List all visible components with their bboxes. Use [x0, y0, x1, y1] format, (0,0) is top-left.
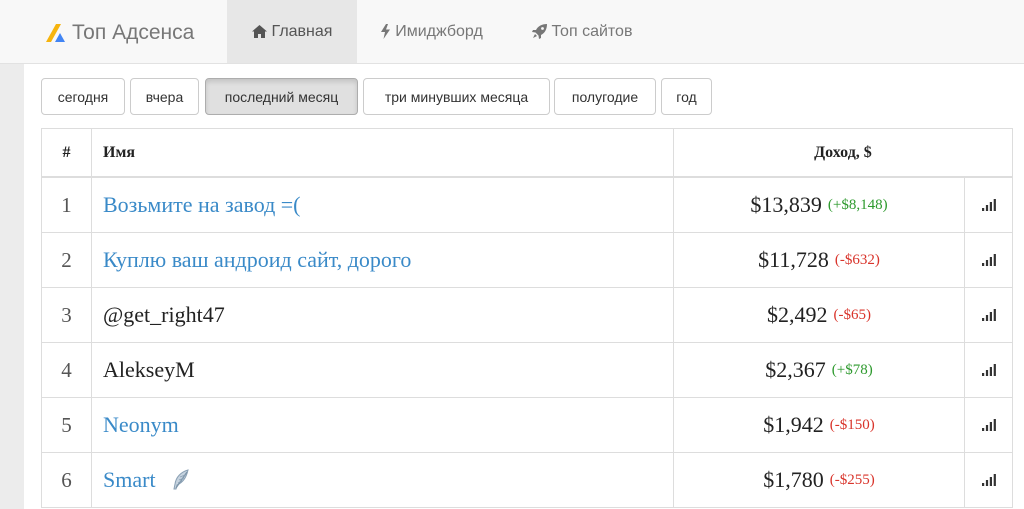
- row-income: $2,492: [767, 302, 828, 327]
- row-income: $1,942: [763, 412, 824, 437]
- header-name: Имя: [92, 129, 674, 176]
- adsense-logo-icon: [46, 24, 65, 42]
- row-income-delta: (-$632): [834, 251, 880, 268]
- row-income: $1,780: [763, 467, 824, 492]
- nav-item-top-sites[interactable]: Топ сайтов: [507, 0, 657, 63]
- period-button-year[interactable]: год: [661, 78, 712, 115]
- brand-name: Топ Адсенса: [72, 21, 195, 44]
- row-income-delta: (-$150): [829, 416, 875, 433]
- signal-chart-icon: [981, 364, 996, 376]
- row-rank: 2: [61, 247, 72, 272]
- signal-chart-icon: [981, 199, 996, 211]
- row-rank: 4: [61, 357, 72, 382]
- period-button-yesterday[interactable]: вчера: [130, 78, 199, 115]
- row-income: $2,367: [765, 357, 826, 382]
- row-rank: 6: [61, 467, 72, 492]
- table-row: 4 AlekseyM $2,367 (+$78): [42, 343, 1012, 398]
- row-income: $13,839: [750, 192, 822, 217]
- period-button-half-year[interactable]: полугодие: [554, 78, 656, 115]
- nav-item-imageboard-label: Имиджборд: [395, 22, 483, 40]
- nav-item-imageboard[interactable]: Имиджборд: [357, 0, 507, 63]
- signal-chart-icon: [981, 419, 996, 431]
- row-name-link[interactable]: Возьмите на завод =(: [103, 192, 301, 218]
- nav-item-home-label: Главная: [271, 22, 333, 40]
- signal-chart-icon: [981, 474, 996, 486]
- row-income-delta: (+$78): [831, 361, 873, 378]
- ranking-table: # Имя Доход, $ 1 Возьмите на завод =( $1…: [41, 128, 1013, 508]
- bolt-icon: [381, 24, 391, 39]
- table-row: 3 @get_right47 $2,492 (-$65): [42, 288, 1012, 343]
- row-rank: 1: [61, 192, 72, 217]
- row-chart-button[interactable]: [965, 288, 1012, 342]
- row-chart-button[interactable]: [965, 453, 1012, 507]
- main-content: сегодня вчера последний месяц три минувш…: [24, 64, 1024, 509]
- header-income: Доход, $: [814, 143, 872, 161]
- home-icon: [251, 25, 267, 38]
- feather-icon: [170, 469, 192, 491]
- row-income-delta: (-$255): [829, 471, 875, 488]
- row-chart-button[interactable]: [965, 343, 1012, 397]
- brand-link[interactable]: Топ Адсенса: [44, 18, 194, 48]
- table-row: 5 Neonym $1,942 (-$150): [42, 398, 1012, 453]
- rocket-icon: [531, 24, 547, 39]
- row-chart-button[interactable]: [965, 178, 1012, 232]
- row-name-link[interactable]: Smart: [103, 467, 156, 493]
- row-income: $11,728: [758, 247, 829, 272]
- nav-item-home[interactable]: Главная: [227, 0, 357, 63]
- row-name: AlekseyM: [103, 357, 195, 382]
- row-chart-button[interactable]: [965, 398, 1012, 452]
- top-navbar: Топ Адсенса Главная Имиджборд Топ сайтов: [0, 0, 1024, 64]
- row-income-delta: (+$8,148): [827, 196, 888, 213]
- table-row: 1 Возьмите на завод =( $13,839 (+$8,148): [42, 178, 1012, 233]
- table-row: 6 Smart $1,780 (-$255): [42, 453, 1012, 508]
- row-income-delta: (-$65): [833, 306, 872, 323]
- table-row: 2 Куплю ваш андроид сайт, дорого $11,728…: [42, 233, 1012, 288]
- row-name: @get_right47: [103, 302, 225, 327]
- nav-item-top-sites-label: Топ сайтов: [551, 22, 633, 40]
- table-header-row: # Имя Доход, $: [42, 129, 1012, 178]
- period-button-today[interactable]: сегодня: [41, 78, 125, 115]
- signal-chart-icon: [981, 309, 996, 321]
- row-rank: 3: [61, 302, 72, 327]
- period-button-three-months[interactable]: три минувших месяца: [363, 78, 550, 115]
- signal-chart-icon: [981, 254, 996, 266]
- row-name-link[interactable]: Neonym: [103, 412, 179, 438]
- row-chart-button[interactable]: [965, 233, 1012, 287]
- period-button-last-month[interactable]: последний месяц: [205, 78, 358, 115]
- row-name-link[interactable]: Куплю ваш андроид сайт, дорого: [103, 247, 411, 273]
- header-num: #: [42, 129, 92, 176]
- row-rank: 5: [61, 412, 72, 437]
